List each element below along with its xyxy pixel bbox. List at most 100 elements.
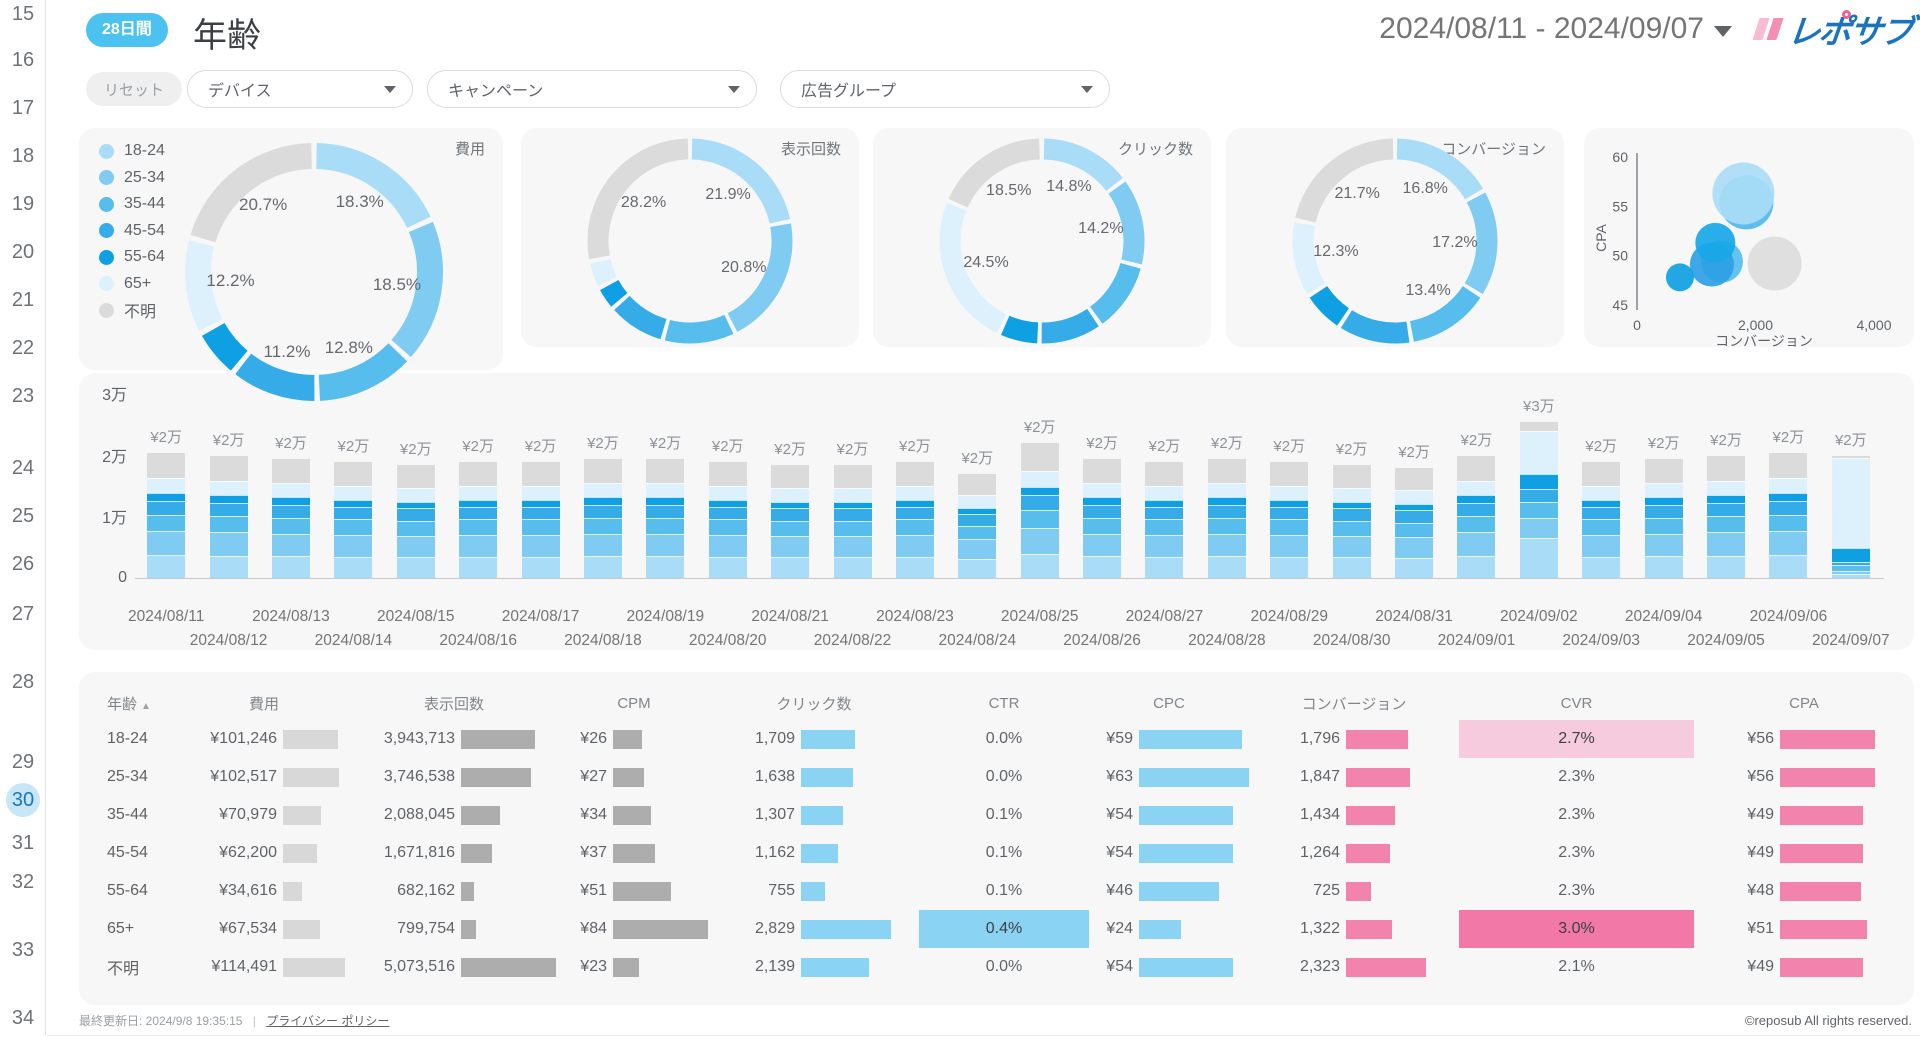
bar-segment-65+: [1520, 431, 1558, 474]
table-cell: 25-34: [79, 758, 179, 796]
sidebar-page-18[interactable]: 18: [0, 139, 46, 173]
bar-segment-55-64: [272, 497, 310, 504]
cell-bar: [613, 958, 639, 977]
bar-group-2024/08/27[interactable]: ¥2万: [1133, 393, 1195, 578]
sidebar-page-33[interactable]: 33: [0, 933, 46, 967]
bar-group-2024/09/07[interactable]: ¥2万: [1820, 393, 1882, 578]
bar-segment-25-34: [709, 535, 747, 557]
sidebar-page-16[interactable]: 16: [0, 43, 46, 77]
column-header-CPC: CPC: [1089, 695, 1249, 712]
sidebar-page-29[interactable]: 29: [0, 745, 46, 779]
bar-segment-45-54: [958, 514, 996, 526]
bar-segment-18-24: [646, 556, 684, 578]
dashboard: 28日間 年齢 2024/08/11 - 2024/09/07 レポサブ リセッ…: [47, 0, 1920, 1035]
sidebar-page-28[interactable]: 28: [0, 665, 46, 699]
chevron-down-icon: [384, 86, 396, 93]
bar-value-label: ¥3万: [1507, 395, 1571, 416]
bar-group-2024/09/03[interactable]: ¥2万: [1570, 393, 1632, 578]
bar-segment-不明: [1333, 464, 1371, 488]
legend-item: 18-24: [99, 138, 165, 165]
sidebar-page-32[interactable]: 32: [0, 865, 46, 899]
bar-segment-45-54: [1645, 505, 1683, 518]
sidebar-page-27[interactable]: 27: [0, 597, 46, 631]
bar-segment-18-24: [896, 557, 934, 578]
sidebar-page-34[interactable]: 34: [0, 1001, 46, 1035]
bar-group-2024/08/16[interactable]: ¥2万: [447, 393, 509, 578]
cell-bar: [1346, 844, 1390, 863]
cell-bar: [801, 806, 843, 825]
bar-group-2024/08/18[interactable]: ¥2万: [572, 393, 634, 578]
sidebar-page-30[interactable]: 30: [0, 783, 46, 817]
bar-segment-55-64: [709, 500, 747, 507]
bar-group-2024/08/14[interactable]: ¥2万: [322, 393, 384, 578]
bar-group-2024/09/01[interactable]: ¥2万: [1445, 393, 1507, 578]
bar-group-2024/08/21[interactable]: ¥2万: [759, 393, 821, 578]
bar-group-2024/09/06[interactable]: ¥2万: [1757, 393, 1819, 578]
sidebar-page-21[interactable]: 21: [0, 283, 46, 317]
legend-color-icon: [99, 303, 114, 318]
privacy-policy-link[interactable]: プライバシー ポリシー: [266, 1014, 389, 1028]
bar-group-2024/08/13[interactable]: ¥2万: [260, 393, 322, 578]
bar-segment-不明: [1769, 452, 1807, 479]
bar-segment-35-44: [958, 526, 996, 540]
bar-group-2024/08/23[interactable]: ¥2万: [884, 393, 946, 578]
sidebar-page-19[interactable]: 19: [0, 187, 46, 221]
bar-segment-65+: [1270, 486, 1308, 500]
sidebar-page-23[interactable]: 23: [0, 379, 46, 413]
bar-group-2024/08/31[interactable]: ¥2万: [1383, 393, 1445, 578]
bar-segment-25-34: [334, 535, 372, 557]
bar-group-2024/09/02[interactable]: ¥3万: [1508, 393, 1570, 578]
bar-group-2024/08/28[interactable]: ¥2万: [1196, 393, 1258, 578]
donut-percent-label: 18.3%: [336, 192, 384, 212]
bar-group-2024/09/05[interactable]: ¥2万: [1695, 393, 1757, 578]
bar-group-2024/08/29[interactable]: ¥2万: [1258, 393, 1320, 578]
cell-bar: [1346, 730, 1408, 749]
bar-segment-65+: [397, 488, 435, 502]
sidebar-page-22[interactable]: 22: [0, 331, 46, 365]
bar-segment-不明: [1645, 458, 1683, 483]
table-cell: 2.7%: [1459, 720, 1694, 758]
bar-group-2024/08/19[interactable]: ¥2万: [634, 393, 696, 578]
bar-group-2024/09/04[interactable]: ¥2万: [1632, 393, 1694, 578]
bar-group-2024/08/20[interactable]: ¥2万: [697, 393, 759, 578]
bar-group-2024/08/17[interactable]: ¥2万: [509, 393, 571, 578]
cell-bar: [461, 844, 492, 863]
legend-item: 不明: [99, 297, 165, 324]
bar-segment-55-64: [210, 495, 248, 502]
column-header-年齢[interactable]: 年齢▲: [79, 693, 179, 714]
bar-segment-25-34: [1457, 532, 1495, 555]
chevron-down-icon[interactable]: [1714, 26, 1732, 37]
axis-label: CPA: [1593, 223, 1609, 251]
sidebar-page-31[interactable]: 31: [0, 826, 46, 860]
bar-group-2024/08/22[interactable]: ¥2万: [821, 393, 883, 578]
campaign-filter-dropdown[interactable]: キャンペーン: [427, 70, 757, 108]
sidebar-page-15[interactable]: 15: [0, 0, 46, 31]
sidebar-page-25[interactable]: 25: [0, 499, 46, 533]
bar-segment-55-64: [1333, 502, 1371, 509]
cell-bar: [1139, 958, 1233, 977]
table-cell: 1,709: [709, 720, 919, 758]
table-cell: ¥63: [1089, 758, 1249, 796]
sidebar-page-26[interactable]: 26: [0, 547, 46, 581]
sidebar-page-24[interactable]: 24: [0, 451, 46, 485]
bar-group-2024/08/11[interactable]: ¥2万: [135, 393, 197, 578]
table-cell: 0.4%: [919, 910, 1089, 948]
sidebar-page-17[interactable]: 17: [0, 91, 46, 125]
bar-segment-65+: [334, 486, 372, 500]
sidebar-page-20[interactable]: 20: [0, 235, 46, 269]
adgroup-filter-dropdown[interactable]: 広告グループ: [780, 70, 1110, 108]
logo-ring-icon: [1842, 10, 1851, 19]
bar-segment-45-54: [1457, 503, 1495, 517]
bar-group-2024/08/15[interactable]: ¥2万: [385, 393, 447, 578]
table-cell: 2,139: [709, 948, 919, 986]
device-filter-dropdown[interactable]: デバイス: [187, 70, 413, 108]
bar-group-2024/08/25[interactable]: ¥2万: [1009, 393, 1071, 578]
reset-button[interactable]: リセット: [86, 72, 182, 106]
bar-group-2024/08/12[interactable]: ¥2万: [197, 393, 259, 578]
bar-group-2024/08/24[interactable]: ¥2万: [946, 393, 1008, 578]
cell-bar: [461, 806, 500, 825]
donut-percent-label: 13.4%: [1405, 282, 1450, 300]
bar-group-2024/08/26[interactable]: ¥2万: [1071, 393, 1133, 578]
bar-segment-25-34: [522, 535, 560, 557]
bar-group-2024/08/30[interactable]: ¥2万: [1320, 393, 1382, 578]
